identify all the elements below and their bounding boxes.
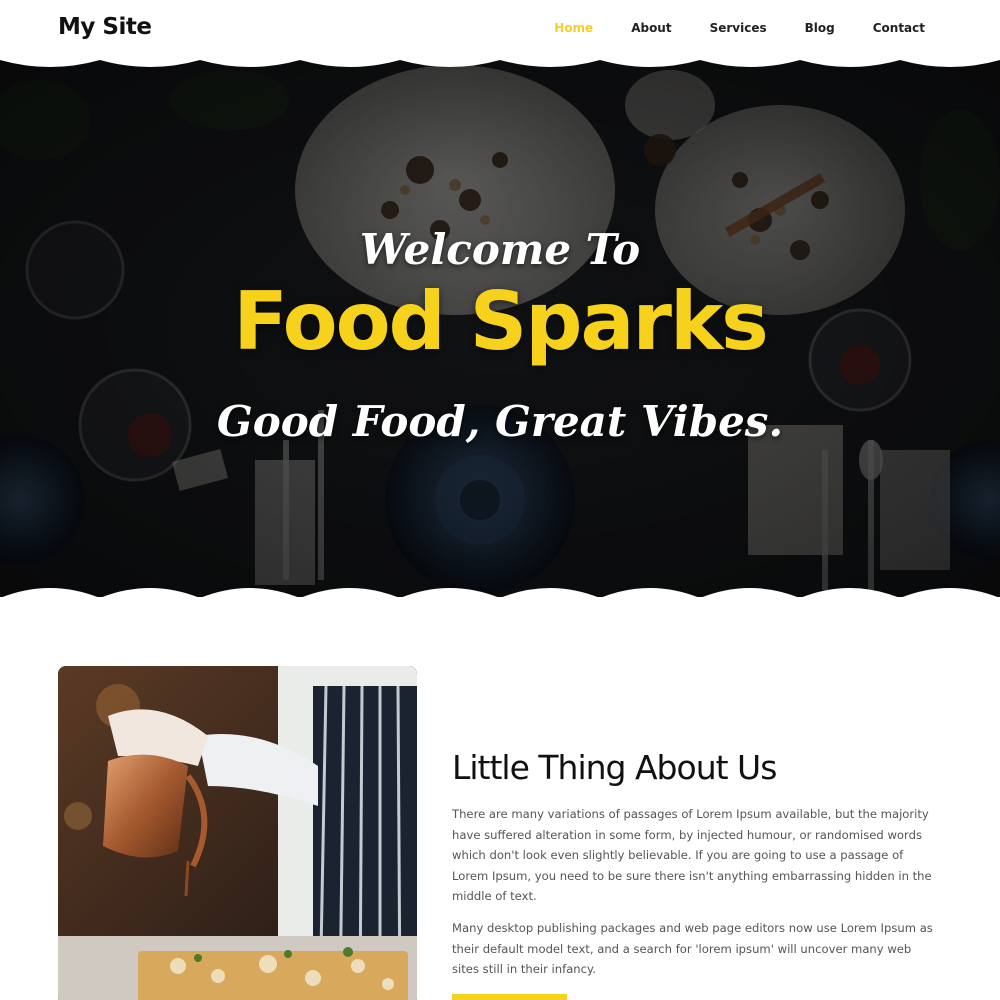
nav-item-blog[interactable]: Blog [805, 21, 835, 35]
hero-title: Food Sparks [233, 275, 769, 368]
nav-item-contact[interactable]: Contact [873, 21, 925, 35]
hero-tagline: Good Food, Great Vibes. [216, 397, 784, 446]
nav-item-home[interactable]: Home [554, 21, 593, 35]
site-header: My Site Home About Services Blog Contact [0, 0, 1000, 60]
read-more-button[interactable] [452, 994, 567, 1000]
hero-text: Welcome To Food Sparks Good Food, Great … [0, 60, 1000, 597]
hero-section: Welcome To Food Sparks Good Food, Great … [0, 60, 1000, 597]
site-logo[interactable]: My Site [58, 14, 152, 40]
chef-pouring-image [58, 666, 417, 1000]
nav-item-about[interactable]: About [631, 21, 671, 35]
about-paragraph-1: There are many variations of passages of… [452, 807, 932, 904]
about-paragraph-2: Many desktop publishing packages and web… [452, 921, 933, 977]
about-image [58, 666, 417, 1000]
hero-bottom-wave [0, 588, 1000, 600]
hero-top-wave [0, 58, 1000, 67]
nav-item-services[interactable]: Services [710, 21, 767, 35]
hero-welcome: Welcome To [359, 225, 641, 274]
about-title: Little Thing About Us [452, 748, 777, 787]
main-nav: Home About Services Blog Contact [516, 21, 925, 35]
